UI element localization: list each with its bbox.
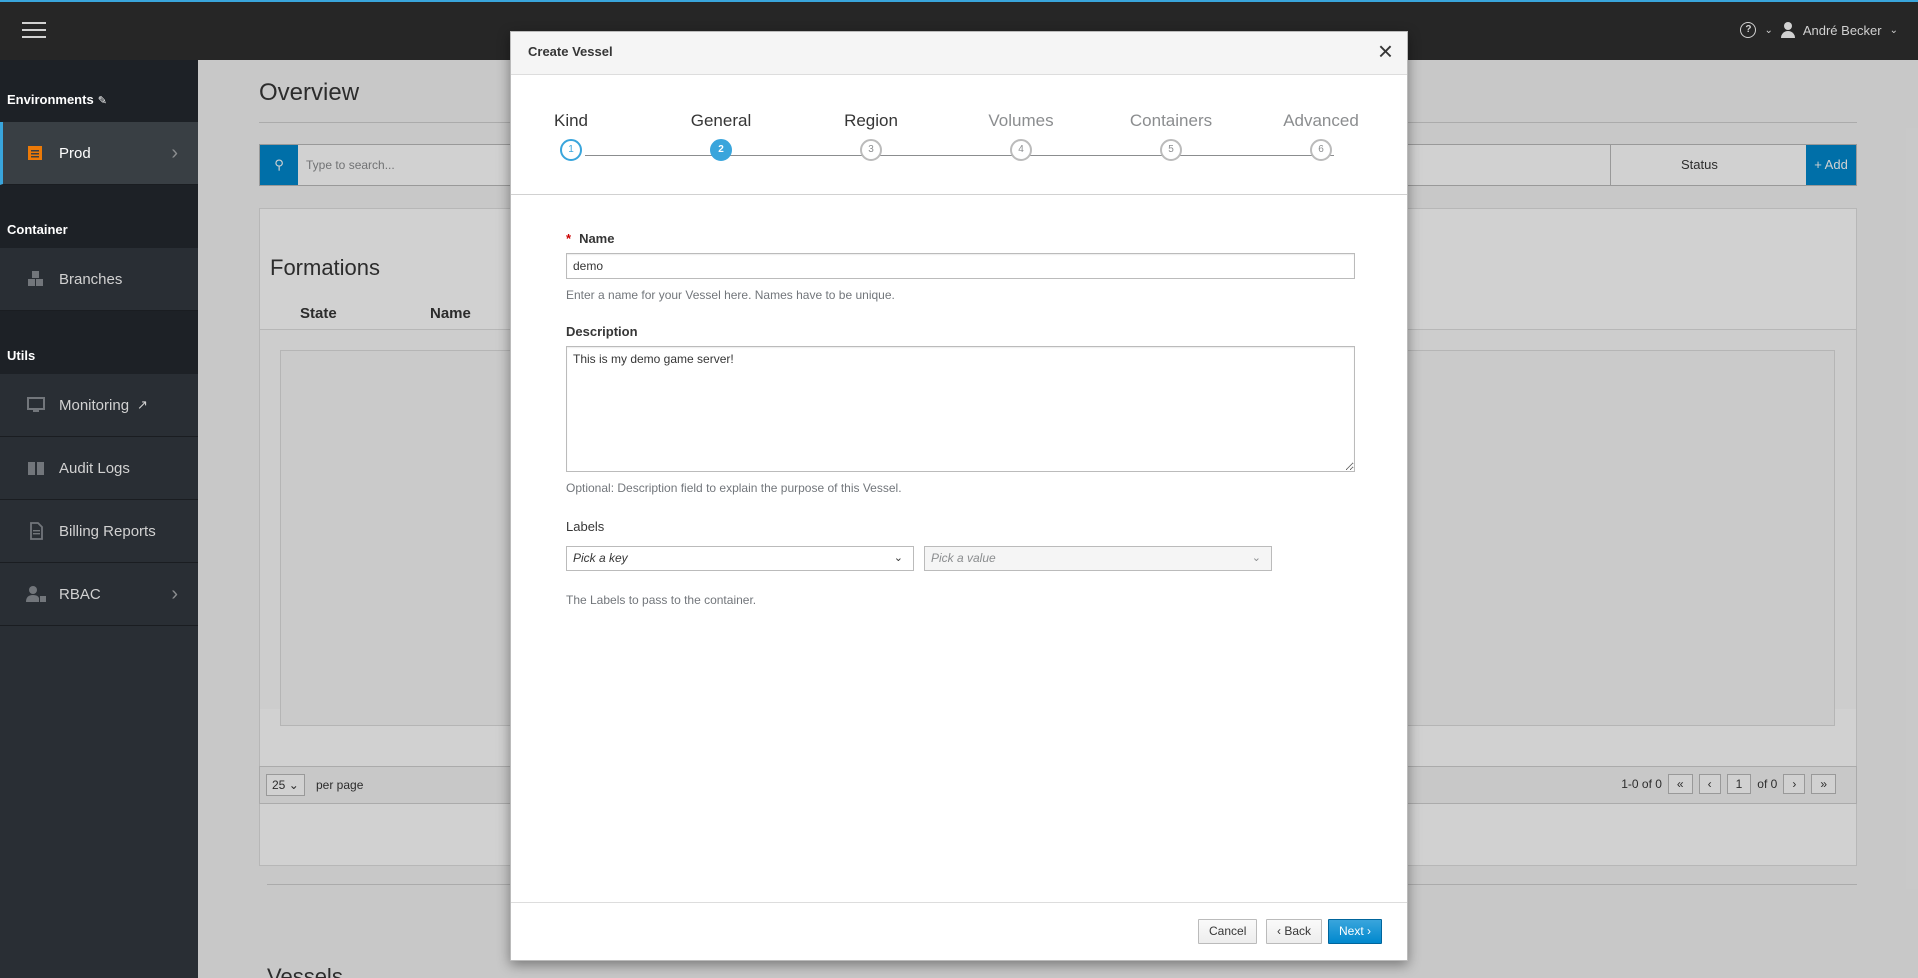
wizard-step-containers: Containers 5 <box>1111 111 1231 161</box>
cubes-icon <box>25 269 47 289</box>
wizard-step-advanced: Advanced 6 <box>1261 111 1381 161</box>
step-label: Advanced <box>1283 111 1359 130</box>
name-label: * Name <box>566 231 1351 246</box>
sidebar-item-label: RBAC <box>59 585 101 603</box>
name-label-text: Name <box>579 231 615 246</box>
sidebar-section-environments: Environments ✎ <box>0 60 198 122</box>
label-value-placeholder: Pick a value <box>931 551 996 565</box>
description-label: Description <box>566 324 638 339</box>
step-number: 6 <box>1310 139 1332 161</box>
step-label: Containers <box>1129 111 1213 130</box>
wizard-step-kind[interactable]: Kind 1 <box>511 111 631 161</box>
step-label: Kind <box>553 111 589 130</box>
folder-icon <box>25 143 47 163</box>
step-number: 2 <box>710 139 732 161</box>
cancel-button[interactable]: Cancel <box>1198 919 1258 944</box>
sidebar-item-rbac[interactable]: RBAC › <box>0 563 198 626</box>
user-icon[interactable] <box>1780 22 1795 38</box>
pencil-icon[interactable]: ✎ <box>98 95 107 107</box>
help-chevron-down-icon[interactable]: ⌄ <box>1764 25 1772 36</box>
sidebar-item-label: Prod <box>59 144 91 162</box>
labels-label: Labels <box>566 519 605 534</box>
step-label: Region <box>844 111 898 130</box>
file-icon <box>25 521 47 541</box>
chevron-right-icon: › <box>171 142 178 164</box>
sidebar-item-prod[interactable]: Prod › <box>0 122 198 185</box>
chevron-down-icon: ⌄ <box>1251 552 1261 564</box>
user-chevron-down-icon[interactable]: ⌄ <box>1890 25 1898 36</box>
chevron-right-icon: › <box>171 583 178 605</box>
sidebar-item-label: Monitoring <box>59 396 130 414</box>
label-value-select: Pick a value ⌄ <box>924 546 1272 571</box>
sidebar-item-label: Branches <box>59 270 123 288</box>
sidebar-section-utils: Utils <box>0 311 198 374</box>
wizard-step-region[interactable]: Region 3 <box>811 111 931 161</box>
back-button[interactable]: ‹ Back <box>1266 919 1323 944</box>
modal-header: Create Vessel × <box>511 32 1407 75</box>
question-circle-icon[interactable]: ? <box>1740 22 1757 38</box>
modal-footer: Cancel ‹ Back Next › <box>511 902 1407 960</box>
wizard-step-volumes: Volumes 4 <box>961 111 1081 161</box>
sidebar-section-container: Container <box>0 185 198 248</box>
next-label: Next <box>1339 924 1364 938</box>
step-label: General <box>690 111 752 130</box>
sidebar-item-billing-reports[interactable]: Billing Reports <box>0 500 198 563</box>
sidebar-item-label: Audit Logs <box>59 459 130 477</box>
sidebar-item-branches[interactable]: Branches <box>0 248 198 311</box>
name-help: Enter a name for your Vessel here. Names… <box>566 288 895 302</box>
modal-body: * Name Enter a name for your Vessel here.… <box>511 195 1407 607</box>
required-marker: * <box>566 231 572 246</box>
name-input[interactable] <box>566 253 1355 279</box>
step-number: 3 <box>860 139 882 161</box>
close-icon[interactable]: × <box>1378 38 1393 64</box>
next-button[interactable]: Next › <box>1328 919 1383 944</box>
utils-section-label: Utils <box>7 348 36 363</box>
users-lock-icon <box>25 584 47 604</box>
step-number: 4 <box>1010 139 1032 161</box>
chevron-right-icon: › <box>1367 924 1372 938</box>
container-section-label: Container <box>7 222 68 237</box>
environments-label: Environments <box>7 92 94 107</box>
sidebar-item-audit-logs[interactable]: Audit Logs <box>0 437 198 500</box>
book-icon <box>25 458 47 478</box>
labels-row: Pick a key ⌄ Pick a value ⌄ <box>566 546 1351 571</box>
label-key-placeholder: Pick a key <box>573 551 628 565</box>
external-link-icon: ↗ <box>137 397 148 412</box>
desktop-icon <box>25 395 47 415</box>
chevron-down-icon: ⌄ <box>893 552 903 564</box>
modal-title: Create Vessel <box>528 44 613 59</box>
top-right-utilities: ? ⌄ André Becker ⌄ <box>1740 22 1898 38</box>
label-key-select[interactable]: Pick a key ⌄ <box>566 546 914 571</box>
back-label: Back <box>1284 924 1312 938</box>
step-label: Volumes <box>988 111 1054 130</box>
create-vessel-modal: Create Vessel × Kind 1 General 2 Region … <box>510 31 1408 961</box>
hamburger-icon[interactable] <box>22 22 46 40</box>
sidebar-item-label: Billing Reports <box>59 522 156 540</box>
step-number: 5 <box>1160 139 1182 161</box>
description-help: Optional: Description field to explain t… <box>566 481 902 495</box>
labels-help: The Labels to pass to the container. <box>566 593 757 607</box>
user-name[interactable]: André Becker <box>1803 23 1882 38</box>
step-number: 1 <box>560 139 582 161</box>
wizard-steps: Kind 1 General 2 Region 3 Volumes 4 Cont… <box>511 75 1407 195</box>
sidebar: Environments ✎ Prod › Container Branches … <box>0 60 198 978</box>
sidebar-item-monitoring[interactable]: Monitoring ↗ <box>0 374 198 437</box>
wizard-step-general[interactable]: General 2 <box>661 111 781 161</box>
chevron-left-icon: ‹ <box>1277 924 1281 938</box>
description-textarea[interactable]: This is my demo game server! <box>566 346 1355 472</box>
